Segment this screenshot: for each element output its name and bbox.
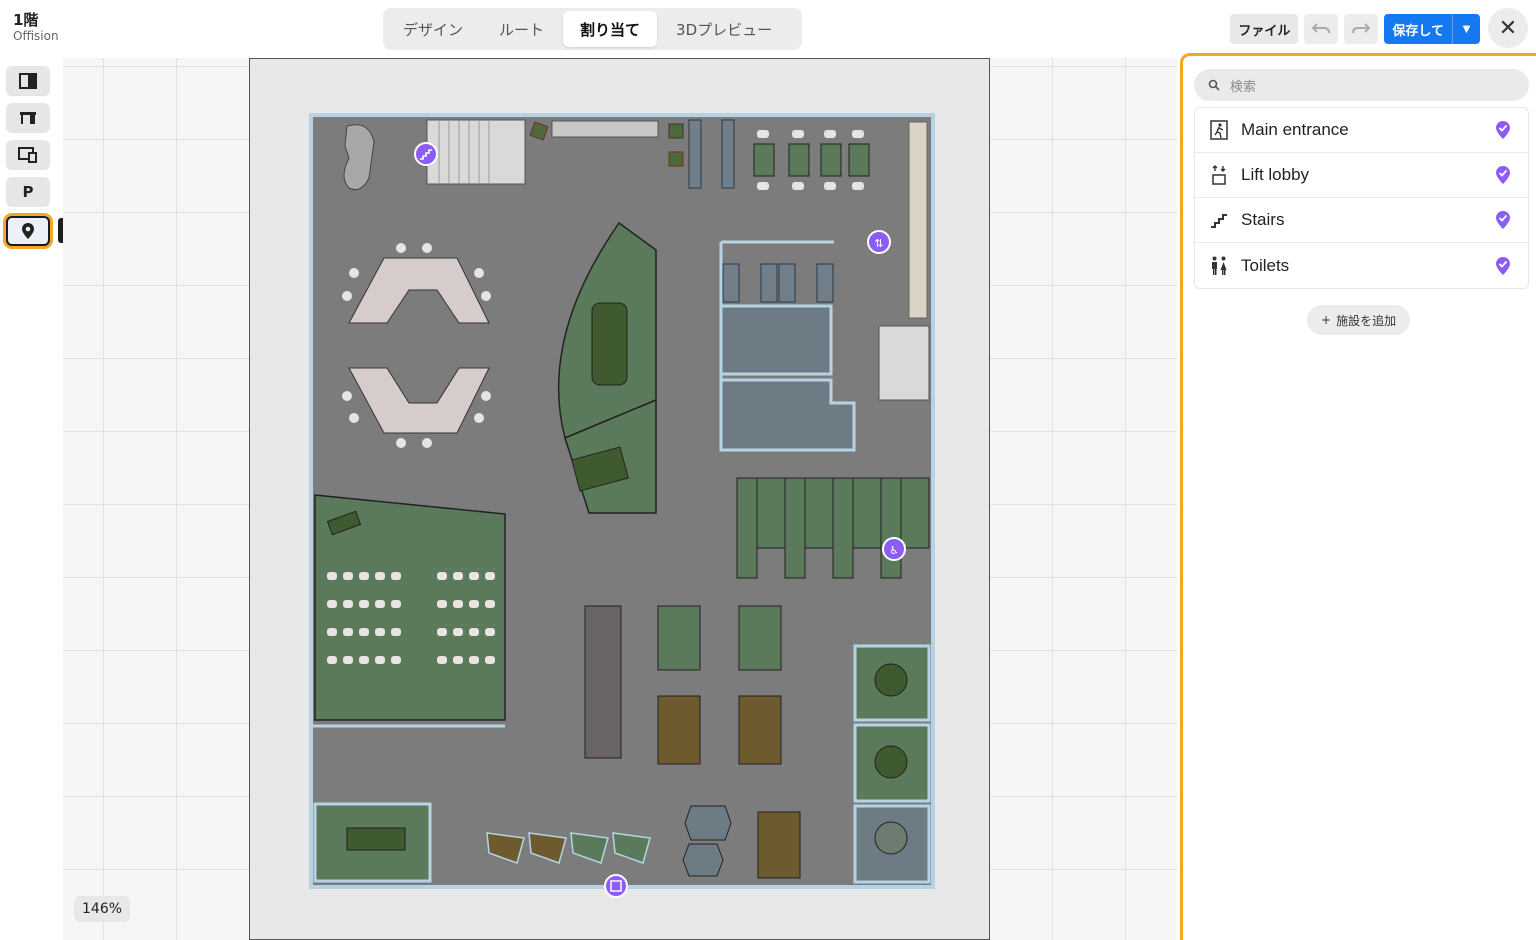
floor-name: 1階: [13, 11, 39, 29]
tab-design[interactable]: デザイン: [386, 11, 480, 47]
meeting-table: [591, 302, 628, 386]
add-facility-label: 施設を追加: [1336, 313, 1397, 328]
phone-booth: [682, 843, 724, 877]
facility-item-stairs[interactable]: Stairs: [1195, 198, 1528, 243]
tab-route[interactable]: ルート: [482, 11, 561, 47]
search-placeholder: 検索: [1230, 79, 1257, 95]
search-icon: [1208, 79, 1220, 91]
toolbar: ファイル 保存して ▼ ✕: [1230, 8, 1528, 48]
search-input[interactable]: 検索: [1194, 69, 1529, 101]
undo-icon: [1312, 23, 1331, 34]
device-icon: [18, 147, 37, 163]
tool-facility[interactable]: [6, 216, 50, 246]
desk-icon: [20, 112, 36, 124]
pin-toilets: ♿: [882, 537, 906, 561]
plant: [668, 151, 684, 167]
redo-button[interactable]: [1344, 14, 1379, 44]
floor-plan[interactable]: ⇅ ♿: [249, 58, 990, 940]
save-options-button[interactable]: ▼: [1452, 14, 1480, 44]
close-icon: ✕: [1498, 15, 1518, 41]
phone-booth: [684, 805, 732, 841]
undo-button[interactable]: [1304, 14, 1339, 44]
facility-label: Toilets: [1241, 255, 1290, 275]
assigned-pin-icon: [1494, 164, 1512, 186]
building-name: Offision: [13, 29, 59, 43]
svg-text:♿: ♿: [889, 544, 899, 557]
storage-shelf: [551, 120, 659, 138]
facility-item-lift-lobby[interactable]: Lift lobby: [1195, 153, 1528, 198]
redo-icon: [1352, 23, 1371, 34]
toilet-icon: [1209, 256, 1229, 276]
assigned-pin-icon: [1494, 209, 1512, 231]
zoom-level[interactable]: 146%: [74, 896, 131, 922]
tool-room[interactable]: [6, 66, 50, 96]
plus-icon: +: [1321, 313, 1332, 327]
desk-legs: [736, 477, 758, 579]
save-button-group: 保存して ▼: [1384, 14, 1480, 44]
mode-tabs: デザイン ルート 割り当て 3Dプレビュー: [383, 8, 802, 50]
stairs-icon: [1209, 210, 1229, 230]
facility-list: Main entrance Lift lobby Stairs Toilets: [1194, 107, 1529, 289]
assigned-pin-icon: [1494, 255, 1512, 277]
pin-stairs: [414, 142, 438, 166]
file-button[interactable]: ファイル: [1230, 14, 1299, 44]
stair-left: [426, 119, 526, 185]
exit-icon: [1209, 120, 1229, 140]
tool-device[interactable]: [6, 140, 50, 170]
wall-shelving: [908, 121, 928, 319]
caret-down-icon: ▼: [1462, 23, 1471, 35]
facility-item-main-entrance[interactable]: Main entrance: [1195, 108, 1528, 153]
floor-title: 1階 Offision: [13, 11, 59, 44]
plant: [668, 123, 684, 139]
tool-palette: P: [6, 66, 50, 248]
add-facility-button[interactable]: + 施設を追加: [1307, 305, 1411, 335]
facility-label: Stairs: [1241, 210, 1285, 229]
tab-assign[interactable]: 割り当て: [563, 11, 658, 47]
pin-lift-lobby: ⇅: [867, 230, 891, 254]
room-icon: [19, 73, 37, 89]
room-grey-1: [719, 304, 833, 376]
save-button[interactable]: 保存して: [1384, 14, 1452, 44]
facility-item-toilets[interactable]: Toilets: [1195, 243, 1528, 288]
pin-main-entrance: [604, 874, 628, 898]
parking-icon: P: [22, 183, 34, 201]
tool-desk[interactable]: [6, 103, 50, 133]
svg-text:⇅: ⇅: [874, 237, 883, 250]
facility-label: Lift lobby: [1241, 165, 1310, 184]
assigned-pin-icon: [1494, 119, 1512, 141]
lift-icon: [1209, 165, 1229, 185]
location-pin-icon: [22, 223, 34, 239]
tab-3d-preview[interactable]: 3Dプレビュー: [659, 11, 789, 47]
facility-panel: 検索 Main entrance Lift lobby Stairs Toile…: [1180, 53, 1536, 940]
tool-parking[interactable]: P: [6, 177, 50, 207]
stair-right: [878, 325, 930, 401]
close-button[interactable]: ✕: [1488, 8, 1528, 48]
long-bench: [584, 605, 622, 759]
facility-label: Main entrance: [1241, 120, 1349, 139]
